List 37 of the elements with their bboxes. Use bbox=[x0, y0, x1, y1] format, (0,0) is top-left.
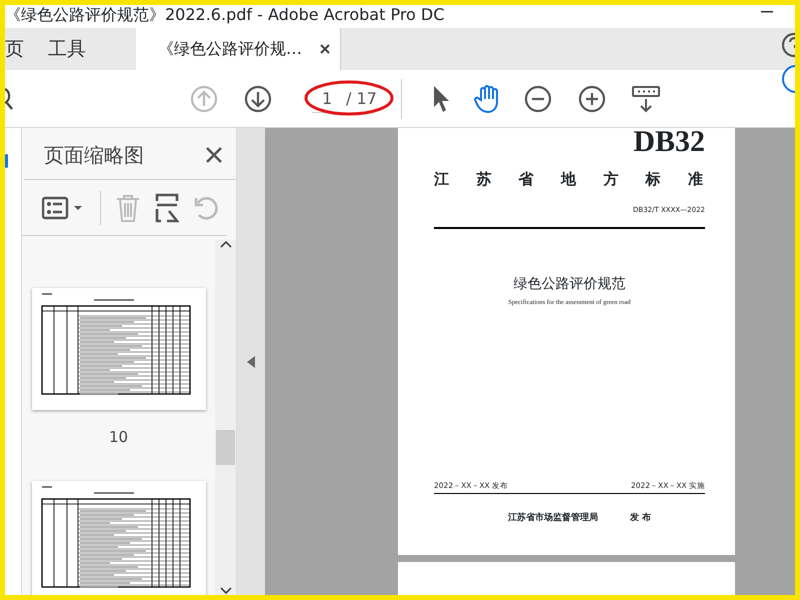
tools-menu-button[interactable] bbox=[632, 84, 660, 112]
hand-icon bbox=[474, 84, 500, 114]
select-tool-button[interactable] bbox=[432, 84, 450, 112]
nav-tab[interactable]: 页 bbox=[5, 28, 36, 70]
document-title: 绿色公路评价规范 bbox=[512, 274, 626, 294]
zoom-out-button[interactable] bbox=[524, 84, 552, 112]
extract-button[interactable] bbox=[155, 192, 179, 222]
zoom-in-button[interactable] bbox=[578, 84, 606, 112]
page-number-field[interactable]: 1 bbox=[312, 84, 342, 112]
nav-tab[interactable]: 工具 bbox=[36, 28, 98, 70]
scrollbar-thumb[interactable] bbox=[216, 430, 235, 465]
plus-circle-icon bbox=[578, 84, 606, 112]
search-icon[interactable] bbox=[5, 86, 13, 110]
page-extract-icon bbox=[155, 192, 179, 222]
page-count: / 17 bbox=[346, 88, 377, 110]
standard-code: DB32 bbox=[632, 128, 705, 156]
pointer-icon bbox=[432, 84, 450, 112]
minus-circle-icon bbox=[524, 84, 552, 112]
active-marker bbox=[5, 154, 8, 168]
scroll-up-icon[interactable] bbox=[220, 240, 232, 248]
minimize-icon[interactable] bbox=[761, 11, 773, 13]
hand-tool-button[interactable] bbox=[474, 84, 500, 114]
scroll-down-icon[interactable] bbox=[220, 587, 232, 595]
next-page-button[interactable] bbox=[244, 84, 272, 112]
keyboard-icon bbox=[632, 84, 660, 112]
standard-type: 江苏省地方标准 bbox=[434, 169, 705, 190]
close-icon[interactable] bbox=[320, 44, 330, 54]
issued-label: 发 布 bbox=[630, 512, 652, 524]
document-tab[interactable]: 《绿色公路评价规… bbox=[136, 28, 341, 70]
page-number: 10 bbox=[108, 427, 128, 448]
close-icon[interactable] bbox=[206, 146, 222, 162]
issuing-authority: 江苏省市场监督管理局 bbox=[508, 512, 598, 524]
panel-title: 页面缩略图 bbox=[44, 142, 144, 168]
tab-label: 《绿色公路评价规… bbox=[158, 38, 302, 60]
collapse-arrow-icon[interactable] bbox=[247, 356, 255, 368]
assistant-icon[interactable] bbox=[781, 64, 795, 94]
trash-icon bbox=[115, 194, 141, 222]
